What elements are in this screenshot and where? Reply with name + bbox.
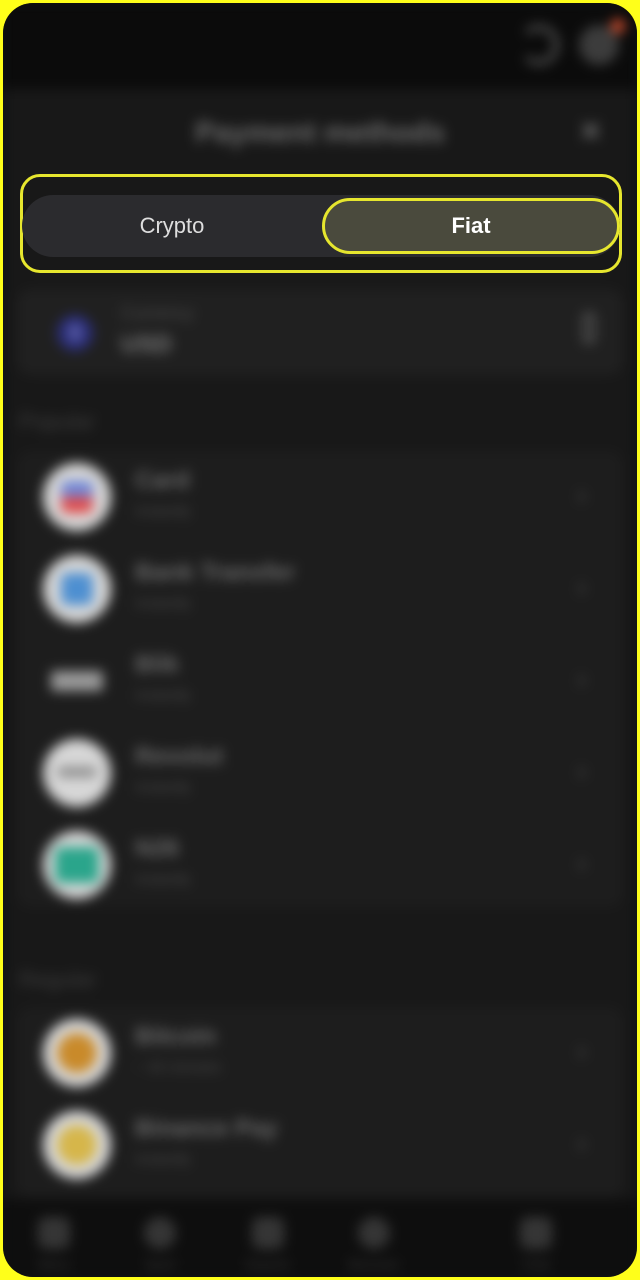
method-name: N26: [135, 835, 180, 862]
nav-label: Bonuses: [348, 1257, 400, 1272]
chevron-right-icon: ›: [577, 663, 587, 694]
currency-selector[interactable]: $ Currency USD: [17, 289, 623, 375]
list-item[interactable]: Binance Pay Instantly ›: [17, 1099, 623, 1191]
method-time: ~ 40 minutes: [135, 1059, 222, 1076]
chevron-right-icon: ›: [577, 1035, 587, 1066]
top-bar: [3, 3, 637, 89]
sheet-title: Payment methods: [195, 117, 445, 149]
chevron-right-icon: ›: [577, 479, 587, 510]
tab-crypto[interactable]: Crypto: [22, 195, 322, 257]
dollar-icon: $: [57, 315, 93, 351]
grid-icon: [38, 1217, 70, 1249]
card-icon: [43, 463, 111, 531]
chat-icon: [520, 1217, 552, 1249]
list-item[interactable]: Revolut Instantly ›: [17, 727, 623, 819]
notification-dot: [611, 19, 625, 33]
list-item[interactable]: Bitcoin ~ 40 minutes ›: [17, 1007, 623, 1099]
ball-icon: [144, 1217, 176, 1249]
nav-label: Menu: [37, 1257, 71, 1272]
n26-icon: [43, 831, 111, 899]
nav-menu[interactable]: Menu: [9, 1199, 99, 1277]
binance-pay-icon: [43, 1111, 111, 1179]
refresh-icon[interactable]: [519, 25, 559, 65]
method-time: Instantly: [135, 871, 191, 888]
chevron-right-icon: ›: [577, 755, 587, 786]
bitcoin-icon: [43, 1019, 111, 1087]
method-name: Bank Transfer: [135, 559, 296, 586]
bottom-nav: Menu Sport Esports Bonuses Chat: [3, 1199, 637, 1277]
chevron-right-icon: ›: [577, 571, 587, 602]
method-name: Revolut: [135, 743, 224, 770]
regular-list: Bitcoin ~ 40 minutes › Binance Pay Insta…: [17, 1007, 623, 1197]
chevron-updown-icon: [583, 313, 595, 343]
method-time: Instantly: [135, 687, 191, 704]
gift-icon: [358, 1217, 390, 1249]
revolut-icon: [43, 739, 111, 807]
method-name: Bitcoin: [135, 1023, 217, 1050]
nav-esports[interactable]: Esports: [223, 1199, 313, 1277]
chevron-right-icon: ›: [577, 1127, 587, 1158]
nav-bonuses[interactable]: Bonuses: [329, 1199, 419, 1277]
tab-fiat[interactable]: Fiat: [322, 198, 620, 254]
method-time: Instantly: [135, 503, 191, 520]
list-item[interactable]: Bank Transfer Instantly ›: [17, 543, 623, 635]
currency-label: Currency: [121, 303, 195, 323]
app-frame: Payment methods ✕ $ Currency USD Popular…: [3, 3, 637, 1277]
list-item[interactable]: Card Instantly ›: [17, 451, 623, 543]
method-name: Binance Pay: [135, 1115, 278, 1142]
chevron-right-icon: ›: [577, 847, 587, 878]
list-item[interactable]: N26 Instantly ›: [17, 819, 623, 911]
method-name: Card: [135, 467, 190, 494]
popular-list: Card Instantly › Bank Transfer Instantly…: [17, 451, 623, 907]
bank-icon: [43, 555, 111, 623]
nav-sport[interactable]: Sport: [115, 1199, 205, 1277]
gamepad-icon: [252, 1217, 284, 1249]
nav-label: Chat: [522, 1257, 550, 1272]
currency-value: USD: [121, 331, 172, 358]
method-name: Blik: [135, 651, 180, 678]
popular-heading: Popular: [19, 409, 95, 434]
regular-heading: Regular: [19, 967, 97, 992]
method-time: Instantly: [135, 779, 191, 796]
method-time: Instantly: [135, 1151, 191, 1168]
nav-chat[interactable]: Chat: [491, 1199, 581, 1277]
nav-label: Esports: [245, 1257, 291, 1272]
list-item[interactable]: Blik Instantly ›: [17, 635, 623, 727]
blik-icon: [43, 647, 111, 715]
close-icon[interactable]: ✕: [579, 115, 602, 148]
nav-label: Sport: [144, 1257, 176, 1272]
crypto-fiat-toggle: Crypto Fiat: [22, 195, 620, 257]
method-time: Instantly: [135, 595, 191, 612]
